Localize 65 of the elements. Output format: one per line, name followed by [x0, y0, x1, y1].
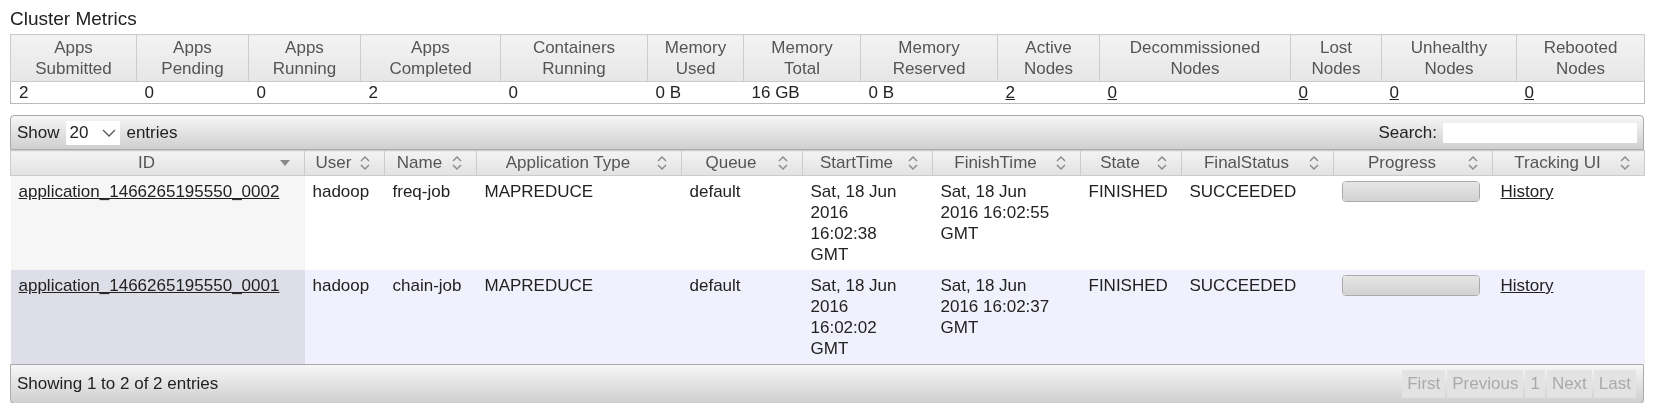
column-header[interactable]: Application Type	[476, 150, 682, 176]
metric-value: 0	[508, 83, 518, 102]
search-field[interactable]	[1443, 122, 1637, 143]
column-header[interactable]: Queue	[681, 150, 803, 176]
metric-link[interactable]: 0	[1298, 83, 1308, 102]
table-cell: hadoop	[312, 182, 370, 201]
chevron-down-icon	[102, 128, 117, 137]
metric-header: Unhealthy Nodes	[1410, 37, 1488, 79]
entries-select[interactable]: 20	[65, 120, 121, 145]
table-cell: SUCCEEDED	[1189, 182, 1297, 201]
metric-link[interactable]: 0	[1524, 83, 1534, 102]
metric-value: 0 B	[868, 83, 895, 102]
metric-value: 0 B	[655, 83, 682, 102]
column-header[interactable]: FinishTime	[932, 150, 1081, 176]
entries-info: Showing 1 to 2 of 2 entries	[17, 374, 219, 394]
table-cell: FINISHED	[1088, 182, 1168, 201]
metric-header: Apps Running	[272, 37, 337, 79]
metric-header: Memory Used	[664, 37, 727, 79]
table-cell: Sat, 18 Jun 2016 16:02:38 GMT	[810, 182, 897, 264]
metric-header: Rebooted Nodes	[1543, 37, 1618, 79]
table-cell: freq-job	[392, 182, 451, 201]
column-header[interactable]: Progress	[1333, 150, 1493, 176]
column-header[interactable]: FinalStatus	[1181, 150, 1334, 176]
column-header[interactable]: StartTime	[802, 150, 933, 176]
table-cell: hadoop	[312, 276, 370, 295]
metric-header: Active Nodes	[1023, 37, 1074, 79]
metric-value: 0	[256, 83, 266, 102]
table-cell: Sat, 18 Jun 2016 16:02:55 GMT	[940, 182, 1050, 243]
entries-label: entries	[126, 122, 178, 143]
application-link[interactable]: application_1466265195550_0002	[18, 182, 280, 201]
column-header[interactable]: User	[304, 150, 385, 176]
metric-header: Lost Nodes	[1311, 37, 1361, 79]
metric-header: Containers Running	[532, 37, 616, 79]
metric-header: Decommissioned Nodes	[1129, 37, 1261, 79]
metric-header: Apps Submitted	[35, 37, 112, 79]
column-header[interactable]: ID	[10, 150, 305, 176]
table-cell: FINISHED	[1088, 276, 1168, 295]
history-link[interactable]: History	[1500, 182, 1554, 201]
column-header[interactable]: State	[1080, 150, 1182, 176]
table-cell: MAPREDUCE	[484, 276, 594, 295]
metric-header: Apps Completed	[389, 37, 472, 79]
column-header[interactable]: Tracking UI	[1492, 150, 1645, 176]
metric-value: 16 GB	[751, 83, 800, 102]
table-cell: SUCCEEDED	[1189, 276, 1297, 295]
metric-value: 0	[144, 83, 154, 102]
column-header[interactable]: Name	[384, 150, 477, 176]
table-cell: Sat, 18 Jun 2016 16:02:02 GMT	[810, 276, 897, 358]
metric-link[interactable]: 0	[1389, 83, 1399, 102]
table-cell: MAPREDUCE	[484, 182, 594, 201]
metric-value: 2	[368, 83, 378, 102]
metric-value: 2	[19, 83, 29, 102]
metric-link[interactable]: 2	[1005, 83, 1015, 102]
metric-header: Memory Reserved	[892, 37, 966, 79]
search-label: Search:	[1378, 122, 1437, 143]
metric-header: Memory Total	[771, 37, 833, 79]
table-cell: chain-job	[392, 276, 462, 295]
table-cell: default	[689, 182, 741, 201]
table-cell: Sat, 18 Jun 2016 16:02:37 GMT	[940, 276, 1050, 337]
show-label: Show	[17, 122, 60, 143]
metric-link[interactable]: 0	[1107, 83, 1117, 102]
table-cell: default	[689, 276, 741, 295]
page-title: Cluster Metrics	[10, 7, 138, 31]
application-link[interactable]: application_1466265195550_0001	[18, 276, 280, 295]
history-link[interactable]: History	[1500, 276, 1554, 295]
metric-header: Apps Pending	[161, 37, 224, 79]
